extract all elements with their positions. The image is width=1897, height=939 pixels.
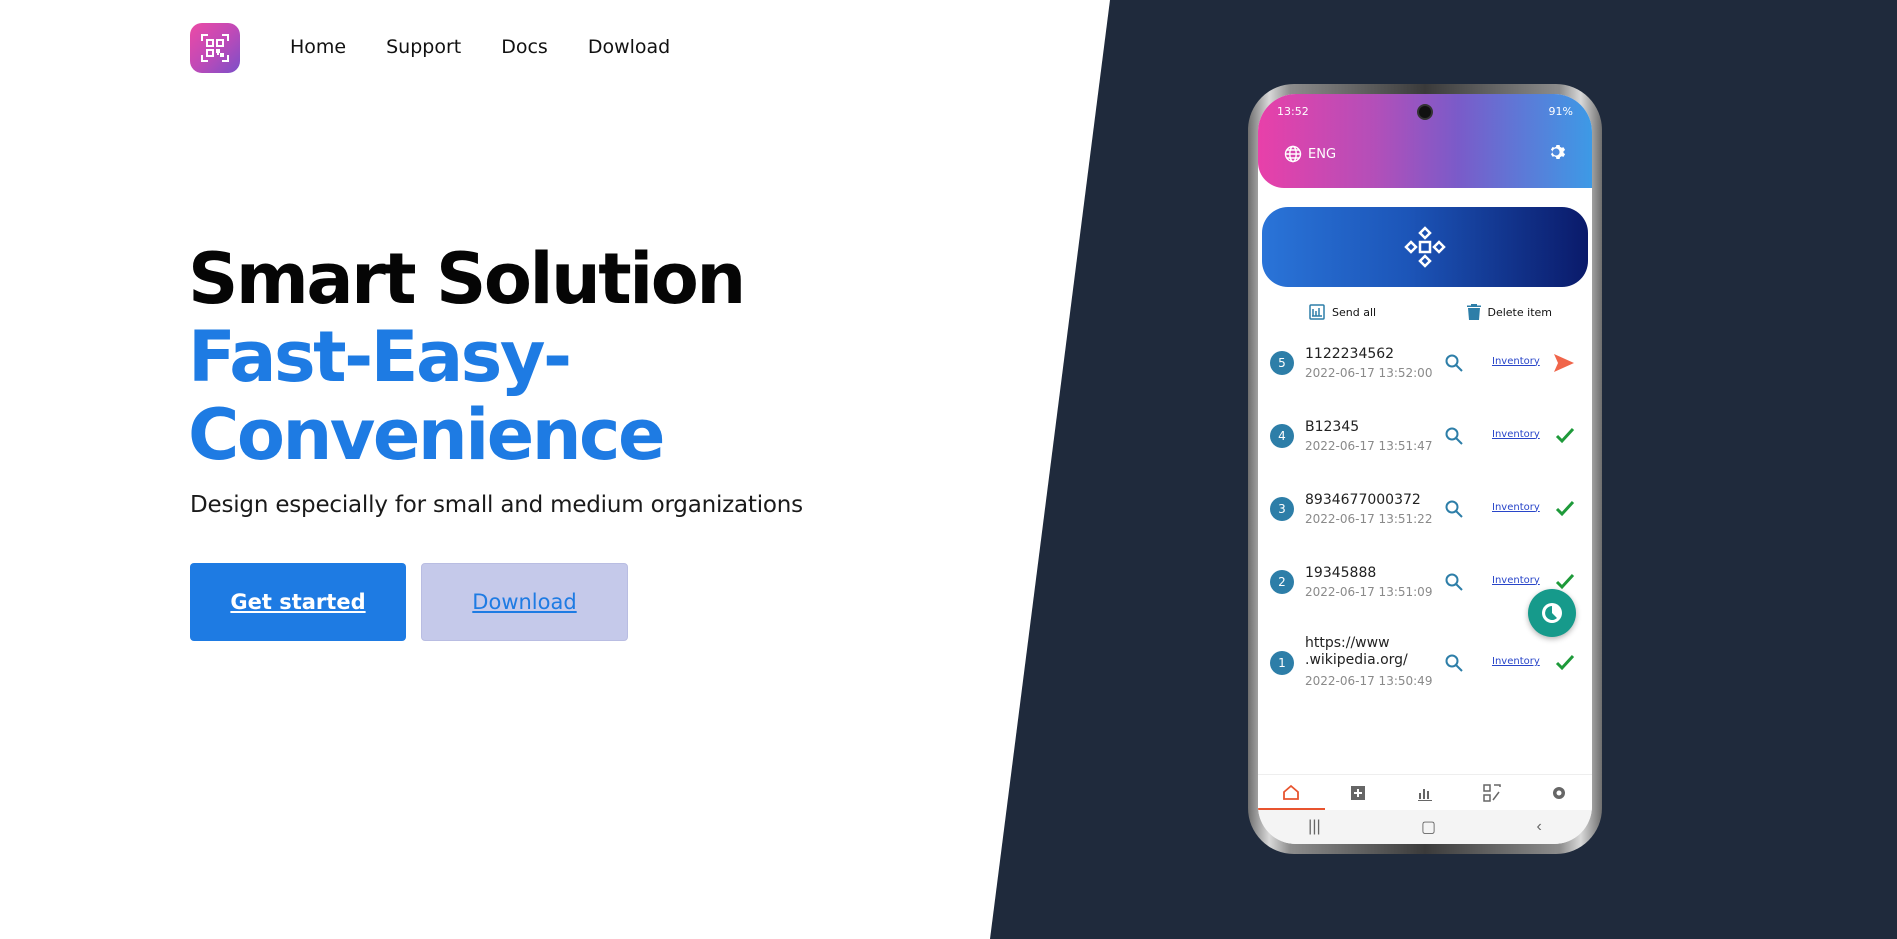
item-number: 3 [1270,496,1294,521]
list-item[interactable]: 5 1122234562 2022-06-17 13:52:00 Invento… [1258,326,1592,399]
inventory-link[interactable]: Inventory [1492,656,1540,667]
tab-add[interactable] [1325,775,1392,810]
search-icon[interactable] [1444,653,1464,673]
search-icon[interactable] [1444,572,1464,592]
recent-apps-icon[interactable]: ||| [1308,818,1320,836]
tab-settings[interactable] [1525,775,1592,810]
item-code: 1122234562 [1305,346,1395,362]
list-item[interactable]: 3 8934677000372 2022-06-17 13:51:22 Inve… [1258,472,1592,545]
phone-mockup: 13:52 91% ENG Send all Delete item 5 112… [1248,84,1602,854]
tab-qr-edit[interactable] [1458,775,1525,810]
camera-icon [1417,104,1433,120]
hero-subtitle: Design especially for small and medium o… [190,492,803,518]
send-icon[interactable] [1553,353,1575,373]
tab-home[interactable] [1258,775,1325,810]
main-nav: Home Support Docs Dowload [290,36,670,58]
nav-home-link[interactable]: Home [290,36,346,58]
globe-icon [1284,145,1302,163]
system-nav-bar: ||| ▢ ‹ [1258,810,1592,844]
scan-button[interactable] [1262,207,1588,287]
bottom-tab-bar [1258,774,1592,810]
nav-docs-link[interactable]: Docs [501,36,548,58]
qr-edit-icon [1483,783,1501,802]
check-icon [1555,654,1575,671]
send-all-icon [1309,304,1325,320]
get-started-button[interactable]: Get started [190,563,406,641]
search-icon[interactable] [1444,426,1464,446]
settings-icon [1552,786,1565,799]
item-date: 2022-06-17 13:51:22 [1305,512,1433,526]
check-icon [1555,500,1575,516]
send-all-label: Send all [1332,305,1377,319]
inventory-link[interactable]: Inventory [1492,356,1540,367]
item-date: 2022-06-17 13:52:00 [1305,366,1433,380]
item-date: 2022-06-17 13:51:47 [1305,439,1433,453]
home-circle-icon[interactable]: ▢ [1421,817,1436,837]
list-item[interactable]: 4 B12345 2022-06-17 13:51:47 Inventory [1258,399,1592,472]
search-icon[interactable] [1444,353,1464,373]
tab-chart[interactable] [1392,775,1459,810]
delete-item-button[interactable]: Delete item [1466,303,1553,321]
home-icon [1283,784,1300,800]
settings-gear-icon[interactable] [1548,142,1568,162]
download-button[interactable]: Download [421,563,628,641]
delete-item-label: Delete item [1487,305,1553,319]
item-number: 1 [1270,651,1294,675]
check-icon [1555,427,1575,443]
item-date: 2022-06-17 13:51:09 [1305,585,1433,599]
hero-title-line-2: Fast-Easy- [188,316,572,398]
status-time: 13:52 [1277,105,1309,118]
hero-title-line-1: Smart Solution [188,238,746,320]
nav-support-link[interactable]: Support [386,36,461,58]
item-number: 5 [1270,350,1294,375]
back-icon[interactable]: ‹ [1536,818,1541,836]
scan-list: 5 1122234562 2022-06-17 13:52:00 Invento… [1258,326,1592,708]
hero-title-line-3: Convenience [188,394,666,476]
item-code: 19345888 [1305,565,1377,581]
language-label: ENG [1308,146,1337,162]
trash-icon [1466,304,1481,320]
qr-logo-icon[interactable] [190,23,240,73]
inventory-link[interactable]: Inventory [1492,502,1540,513]
hero-title: Smart Solution Fast-Easy- Convenience [188,238,746,476]
qr-scan-icon [1404,226,1446,268]
item-code: 8934677000372 [1305,492,1421,508]
add-box-icon [1351,785,1366,800]
item-number: 4 [1270,423,1294,448]
edit-chart-icon [1542,603,1562,623]
check-icon [1555,573,1575,589]
list-actions: Send all Delete item [1308,303,1552,321]
chart-icon [1417,788,1432,801]
floating-action-button[interactable] [1528,589,1576,637]
search-icon[interactable] [1444,499,1464,519]
inventory-link[interactable]: Inventory [1492,429,1540,440]
phone-screen: 13:52 91% ENG Send all Delete item 5 112… [1258,94,1592,844]
item-date: 2022-06-17 13:50:49 [1305,674,1433,688]
item-code: https://www .wikipedia.org/ [1305,635,1408,668]
item-code: B12345 [1305,419,1360,435]
send-all-button[interactable]: Send all [1308,303,1376,321]
language-selector[interactable]: ENG [1284,145,1336,163]
status-battery: 91% [1548,105,1573,118]
inventory-link[interactable]: Inventory [1492,575,1540,586]
nav-download-link[interactable]: Dowload [588,36,670,58]
item-number: 2 [1270,569,1294,594]
